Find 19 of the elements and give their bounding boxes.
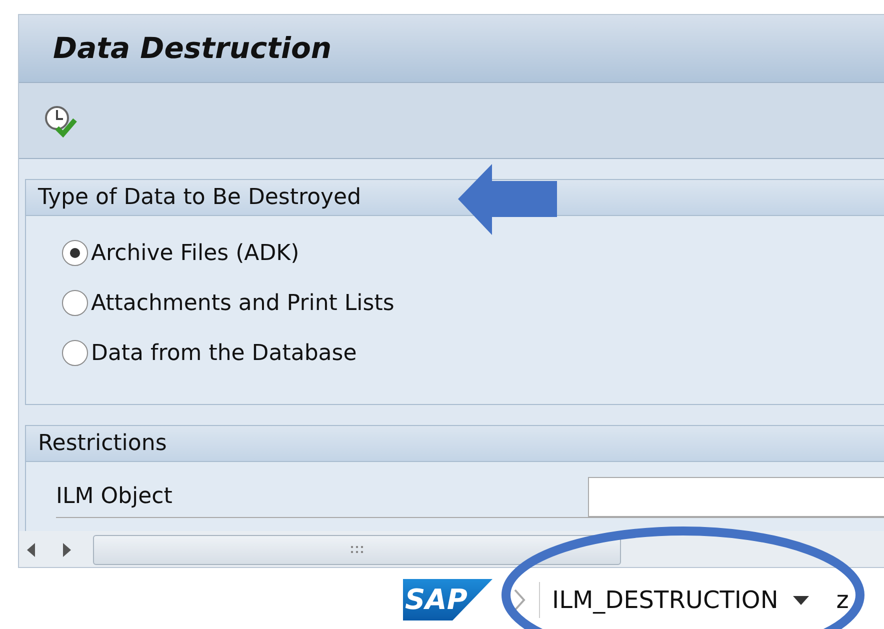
scroll-left-icon[interactable] bbox=[25, 542, 37, 558]
radio-label[interactable]: Attachments and Print Lists bbox=[91, 286, 394, 320]
sap-logo: SAP bbox=[403, 578, 493, 620]
transaction-code: ILM_DESTRUCTION bbox=[539, 582, 778, 618]
group-header: Type of Data to Be Destroyed bbox=[26, 180, 884, 216]
field-label: ILM Object bbox=[56, 483, 172, 511]
radio-button[interactable] bbox=[62, 340, 88, 366]
input-field[interactable] bbox=[588, 476, 884, 516]
scrollbar-thumb[interactable] bbox=[93, 535, 621, 565]
window-title: Data Destruction bbox=[53, 31, 332, 66]
radio-button[interactable] bbox=[62, 240, 88, 266]
radio-label[interactable]: Archive Files (ADK) bbox=[91, 236, 300, 270]
group-header: Restrictions bbox=[26, 426, 884, 462]
radio-label[interactable]: Data from the Database bbox=[91, 336, 357, 370]
dropdown-caret-icon[interactable] bbox=[792, 594, 810, 606]
radio-button[interactable] bbox=[62, 290, 88, 316]
scroll-right-icon[interactable] bbox=[61, 542, 73, 558]
status-text: z bbox=[836, 584, 849, 616]
execute-clock-icon[interactable] bbox=[43, 104, 79, 138]
